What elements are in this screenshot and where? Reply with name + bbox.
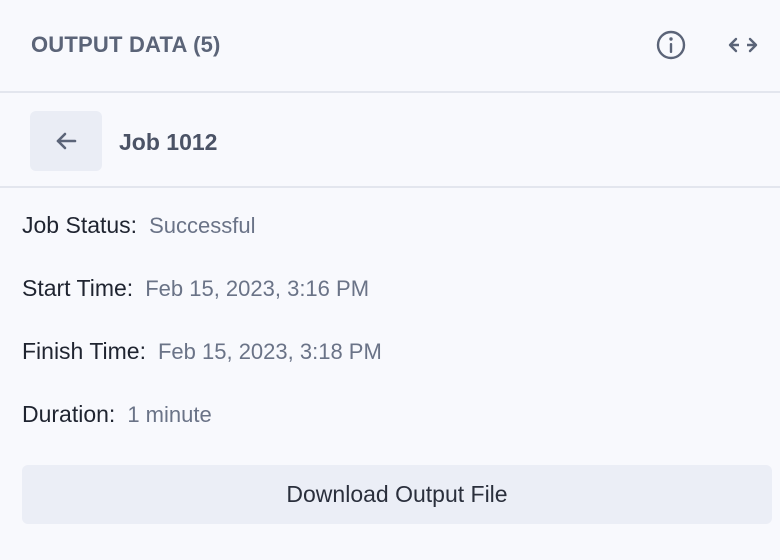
finish-time-row: Finish Time: Feb 15, 2023, 3:18 PM [22, 338, 382, 365]
panel-header: OUTPUT DATA (5) [0, 0, 780, 93]
start-time-row: Start Time: Feb 15, 2023, 3:16 PM [22, 275, 369, 302]
finish-time-value: Feb 15, 2023, 3:18 PM [157, 339, 382, 364]
download-output-file-button[interactable]: Download Output File [22, 465, 772, 524]
back-button[interactable] [30, 111, 102, 171]
job-status-row: Job Status: Successful [22, 212, 255, 239]
info-circle-icon [656, 30, 686, 60]
job-bar: Job 1012 [0, 93, 780, 188]
arrow-left-icon [56, 132, 77, 150]
info-button[interactable] [654, 28, 688, 62]
duration-label: Duration: [22, 401, 116, 427]
job-title: Job 1012 [119, 129, 218, 155]
start-time-label: Start Time: [22, 275, 134, 301]
panel-title: OUTPUT DATA (5) [31, 32, 221, 57]
finish-time-label: Finish Time: [22, 338, 146, 364]
duration-value: 1 minute [127, 402, 212, 427]
start-time-value: Feb 15, 2023, 3:16 PM [145, 276, 370, 301]
job-status-label: Job Status: [22, 212, 138, 238]
job-status-value: Successful [149, 213, 256, 238]
horizontal-arrows-icon [728, 37, 758, 53]
duration-row: Duration: 1 minute [22, 401, 212, 428]
expand-button[interactable] [726, 28, 760, 62]
